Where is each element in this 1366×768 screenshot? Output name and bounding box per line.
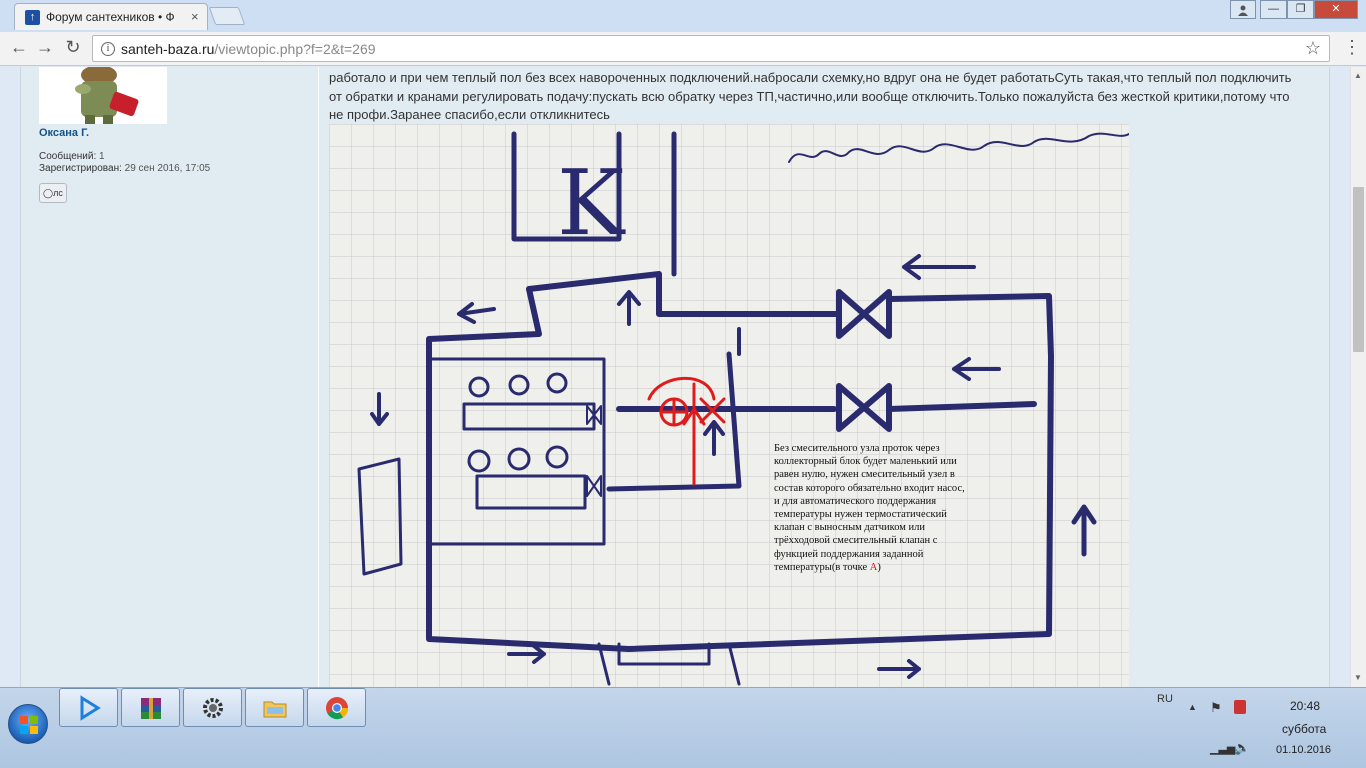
network-signal-icon[interactable]: ▁▃▅ xyxy=(1210,742,1235,755)
post-line: работало и при чем теплый пол без всех н… xyxy=(329,70,1292,85)
post-line: не профи.Заранее спасибо,если откликните… xyxy=(329,107,610,122)
maximize-button[interactable]: ❐ xyxy=(1287,0,1314,19)
annotation-line: трёхходовой смесительный клапан с xyxy=(774,535,938,547)
taskbar-settings[interactable] xyxy=(183,688,242,727)
site-info-icon[interactable]: i xyxy=(101,42,115,56)
posts-count: Сообщений: 1 xyxy=(39,151,105,162)
url-text[interactable]: santeh-baza.ru/viewtopic.php?f=2&t=269 xyxy=(121,41,376,57)
url-path: /viewtopic.php?f=2&t=269 xyxy=(214,41,376,57)
browser-menu-icon[interactable]: ⋮ xyxy=(1343,37,1361,58)
post-body: работало и при чем теплый пол без всех н… xyxy=(329,69,1319,125)
expert-annotation: Без смесительного узла проток через колл… xyxy=(774,442,1024,574)
scroll-up-arrow-icon[interactable]: ▲ xyxy=(1354,71,1362,80)
start-button[interactable] xyxy=(8,704,48,744)
reload-icon[interactable]: ↻ xyxy=(62,37,84,58)
taskbar-winrar[interactable] xyxy=(121,688,180,727)
pm-label: лс xyxy=(53,188,63,198)
attached-sketch-image[interactable]: K Без смесительного узла проток через ко… xyxy=(329,124,1129,687)
post-profile: Оксана Г. Сообщений: 1 Зарегистрирован: … xyxy=(21,67,319,687)
post-line: от обратки и кранами регулировать подачу… xyxy=(329,88,1290,104)
forum-favicon-icon: ↑ xyxy=(25,10,40,25)
annotation-line: коллекторный блок будет маленький или xyxy=(774,456,957,468)
media-player-icon xyxy=(80,695,101,721)
private-message-button[interactable]: ◯лс xyxy=(39,183,67,203)
forum-post: Оксана Г. Сообщений: 1 Зарегистрирован: … xyxy=(20,67,1330,687)
annotation-line: равен нулю, нужен смесительный узел в xyxy=(774,469,955,481)
taskbar-chrome[interactable] xyxy=(307,688,366,727)
tab-close-icon[interactable]: × xyxy=(191,9,199,24)
tab-title: Форум сантехников • Ф xyxy=(46,10,175,24)
show-hidden-icons-icon[interactable]: ▲ xyxy=(1188,702,1197,712)
annotation-line: функцией поддержания заданной xyxy=(774,548,924,560)
browser-tab[interactable]: ↑ Форум сантехников • Ф × xyxy=(14,3,208,30)
user-profile-icon[interactable] xyxy=(1230,0,1256,19)
browser-toolbar: ← → ↻ i santeh-baza.ru/viewtopic.php?f=2… xyxy=(0,32,1366,66)
scroll-down-arrow-icon[interactable]: ▼ xyxy=(1354,673,1362,682)
posts-label: Сообщений: xyxy=(39,151,97,162)
explorer-icon xyxy=(263,701,287,718)
username[interactable]: Оксана Г. xyxy=(39,127,89,139)
annotation-text: температуры(в точке xyxy=(774,561,870,573)
action-center-flag-icon[interactable]: ⚑ xyxy=(1210,700,1222,716)
avatar xyxy=(39,67,167,124)
registered-date: Зарегистрирован: 29 сен 2016, 17:05 xyxy=(39,163,210,174)
annotation-text: ) xyxy=(877,561,881,573)
chrome-icon xyxy=(326,697,349,720)
windows-logo-icon xyxy=(20,716,38,734)
minimize-button[interactable]: — xyxy=(1260,0,1287,19)
annotation-line: клапан с выносным датчиком или xyxy=(774,522,926,534)
annotation-line: Без смесительного узла проток через xyxy=(774,443,940,454)
windows-taskbar: RU ▲ ⚑ ▁▃▅ 🔈 20:48 суббота 01.10.2016 xyxy=(0,687,1366,768)
taskbar-media-player[interactable] xyxy=(59,688,118,727)
clock-day[interactable]: суббота xyxy=(1282,722,1326,736)
annotation-line: температуры нужен термостатический xyxy=(774,509,947,521)
close-window-button[interactable]: ✕ xyxy=(1314,0,1358,19)
registered-value: 29 сен 2016, 17:05 xyxy=(124,163,211,174)
bookmark-star-icon[interactable]: ☆ xyxy=(1305,38,1321,59)
new-tab-button[interactable] xyxy=(208,7,246,25)
language-indicator[interactable]: RU xyxy=(1157,693,1173,705)
taskbar-explorer[interactable] xyxy=(245,688,304,727)
page-scrollbar[interactable]: ▲ ▼ xyxy=(1350,67,1366,687)
posts-value: 1 xyxy=(99,151,105,162)
annotation-line: температуры(в точке А) xyxy=(774,561,1024,574)
browser-titlebar: ↑ Форум сантехников • Ф × — ❐ ✕ xyxy=(0,0,1366,32)
forward-arrow-icon[interactable]: → xyxy=(34,37,56,58)
volume-icon[interactable]: 🔈 xyxy=(1234,740,1250,756)
back-arrow-icon[interactable]: ← xyxy=(8,37,30,58)
settings-icon xyxy=(203,698,223,718)
scrollbar-thumb[interactable] xyxy=(1353,187,1364,352)
annotation-line: и для автоматического поддержания xyxy=(774,495,937,507)
address-bar[interactable]: i santeh-baza.ru/viewtopic.php?f=2&t=269… xyxy=(92,35,1330,62)
page-viewport: Оксана Г. Сообщений: 1 Зарегистрирован: … xyxy=(0,67,1350,687)
user-pm-icon: ◯ xyxy=(43,188,54,198)
k-label: K xyxy=(557,151,626,256)
tray-app-icon[interactable] xyxy=(1234,700,1246,714)
clock-time[interactable]: 20:48 xyxy=(1290,699,1320,713)
clock-date[interactable]: 01.10.2016 xyxy=(1276,744,1331,756)
heating-scheme-drawing: K xyxy=(329,124,1129,687)
url-host: santeh-baza.ru xyxy=(121,41,215,57)
winrar-icon xyxy=(141,698,161,719)
registered-label: Зарегистрирован: xyxy=(39,163,122,174)
annotation-line: состав которого обязательно входит насос… xyxy=(774,482,965,494)
